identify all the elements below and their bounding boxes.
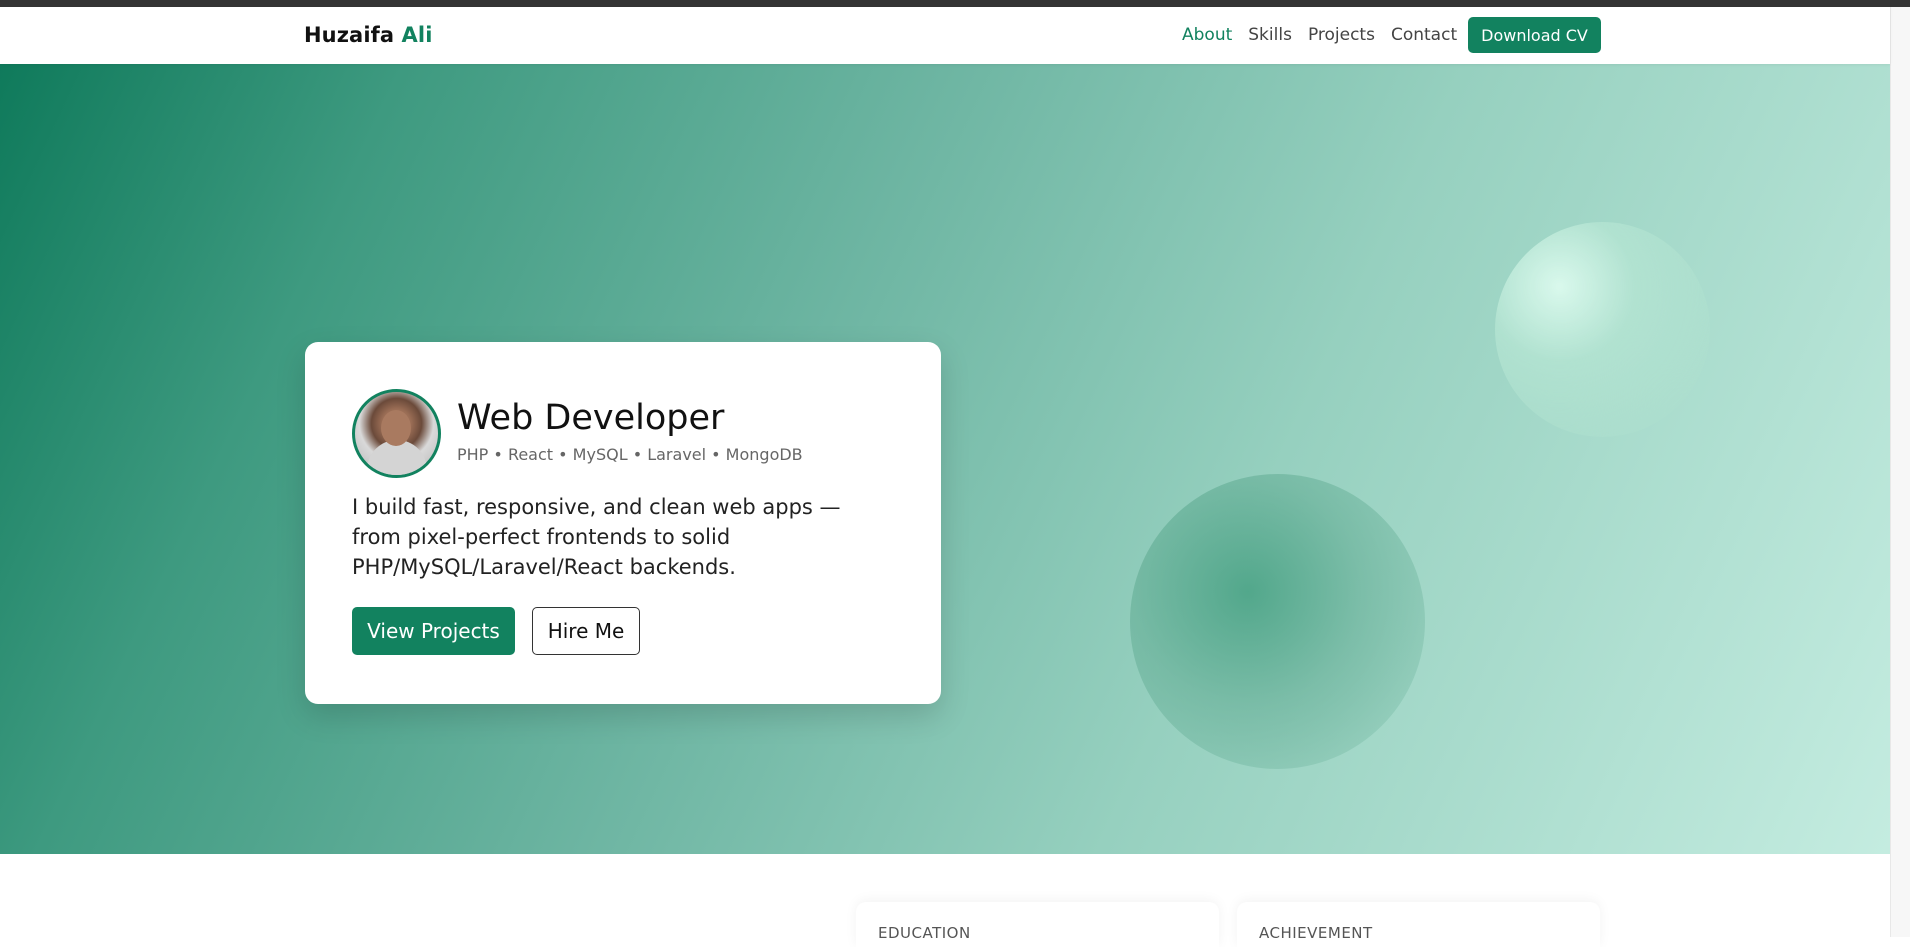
education-label: EDUCATION	[878, 924, 971, 942]
nav-item-projects[interactable]: Projects	[1308, 25, 1375, 45]
decorative-bubble-bottom	[1130, 474, 1425, 769]
education-card: EDUCATION	[856, 902, 1219, 947]
avatar-face	[381, 410, 411, 446]
scrollbar[interactable]	[1890, 7, 1910, 937]
brand-last-name: Ali	[401, 23, 433, 47]
hero-section: Web Developer PHP • React • MySQL • Lara…	[0, 64, 1890, 854]
nav-item-contact[interactable]: Contact	[1391, 25, 1457, 45]
nav-item-about[interactable]: About	[1182, 25, 1232, 45]
nav-links: About Skills Projects Contact	[1182, 25, 1473, 45]
brand-first-name: Huzaifa	[304, 23, 395, 47]
avatar	[352, 389, 441, 478]
decorative-bubble-top	[1495, 222, 1710, 437]
hero-title: Web Developer	[457, 398, 725, 438]
hero-card: Web Developer PHP • React • MySQL • Lara…	[305, 342, 941, 704]
nav-item-skills[interactable]: Skills	[1248, 25, 1292, 45]
achievement-card: ACHIEVEMENT	[1237, 902, 1600, 947]
view-projects-button[interactable]: View Projects	[352, 607, 515, 655]
hero-skills: PHP • React • MySQL • Laravel • MongoDB	[457, 445, 803, 464]
brand-logo[interactable]: Huzaifa Ali	[304, 23, 433, 47]
hire-me-button[interactable]: Hire Me	[532, 607, 640, 655]
hero-bio: I build fast, responsive, and clean web …	[352, 495, 841, 579]
browser-top-strip	[0, 0, 1910, 7]
download-cv-button[interactable]: Download CV	[1468, 17, 1601, 53]
navbar: Huzaifa Ali About Skills Projects Contac…	[0, 7, 1890, 64]
achievement-label: ACHIEVEMENT	[1259, 924, 1373, 942]
scrollbar-thumb[interactable]	[1895, 15, 1904, 943]
